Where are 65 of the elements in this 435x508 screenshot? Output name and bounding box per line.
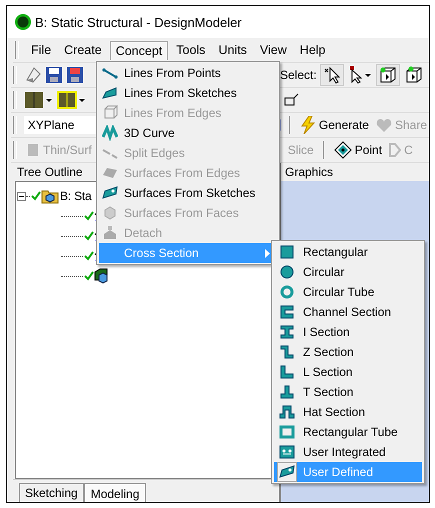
folder-icon <box>41 188 59 204</box>
layout-dropdown-icon[interactable] <box>57 91 87 109</box>
cut-icon <box>389 142 402 158</box>
menu-item[interactable]: Circular Tube <box>274 282 422 302</box>
menu-item[interactable]: Surfaces From Sketches <box>99 183 277 203</box>
menu-item-icon <box>102 125 118 141</box>
window-title: B: Static Structural - DesignModeler <box>35 14 242 30</box>
menu-item[interactable]: L Section <box>274 362 422 382</box>
box-select-icon[interactable] <box>376 64 400 86</box>
select-label: Select: <box>280 68 317 82</box>
menu-item[interactable]: File <box>26 41 56 59</box>
menu-item[interactable]: Lines From Points <box>99 63 277 83</box>
menu-item[interactable]: Units <box>213 41 252 59</box>
section-shape-icon <box>279 304 295 320</box>
section-shape-icon <box>279 424 295 440</box>
menu-item[interactable]: Rectangular <box>274 242 422 262</box>
point-button[interactable]: Point <box>332 140 384 160</box>
menu-item[interactable]: Create <box>59 41 107 59</box>
section-shape-icon <box>279 264 295 280</box>
layout-dropdown-icon[interactable] <box>24 91 54 109</box>
tree-outline-header: Tree Outline <box>16 164 83 181</box>
submenu-arrow-icon <box>265 248 271 258</box>
save-icon[interactable] <box>45 66 63 84</box>
menu-item-icon <box>102 205 118 221</box>
tree-item-label[interactable]: B: Sta <box>60 189 92 203</box>
check-icon <box>31 191 41 201</box>
section-shape-icon <box>279 324 295 340</box>
bottom-tab[interactable]: Sketching <box>19 483 84 502</box>
section-shape-icon <box>279 444 295 460</box>
menu-item[interactable]: Hat Section <box>274 402 422 422</box>
point-icon <box>334 141 352 159</box>
surface-icon <box>26 142 40 158</box>
rectangle-icon[interactable] <box>283 92 299 108</box>
section-shape-icon <box>279 244 295 260</box>
section-shape-icon <box>279 464 295 480</box>
select-pointer-icon[interactable] <box>320 64 344 86</box>
collapse-toggle[interactable] <box>17 192 26 200</box>
section-shape-icon <box>279 384 295 400</box>
section-shape-icon <box>279 404 295 420</box>
menu-item[interactable]: Circular <box>274 262 422 282</box>
menu-item[interactable]: Lines From Sketches <box>99 83 277 103</box>
generate-button[interactable]: Generate <box>298 115 371 135</box>
menu-item[interactable]: Help <box>294 41 331 59</box>
menu-item[interactable]: Rectangular Tube <box>274 422 422 442</box>
menu-item[interactable]: View <box>254 41 292 59</box>
menu-item-icon <box>102 85 118 101</box>
menu-item[interactable]: T Section <box>274 382 422 402</box>
heart-icon <box>376 117 392 133</box>
menu-item-icon <box>102 105 118 121</box>
menu-item[interactable]: Concept <box>110 40 168 60</box>
section-shape-icon <box>279 344 295 360</box>
save-as-icon[interactable] <box>66 66 84 84</box>
lightning-icon <box>300 116 316 134</box>
menu-item[interactable]: I Section <box>274 322 422 342</box>
menu-item[interactable]: Tools <box>171 41 210 59</box>
menu-item[interactable]: Z Section <box>274 342 422 362</box>
app-logo-icon <box>15 14 31 30</box>
bottom-tab[interactable]: Modeling <box>84 483 146 502</box>
menu-item[interactable]: Channel Section <box>274 302 422 322</box>
menu-item[interactable]: User Integrated <box>274 442 422 462</box>
new-document-icon[interactable] <box>24 66 42 84</box>
section-shape-icon <box>279 284 295 300</box>
section-shape-icon <box>279 364 295 380</box>
menu-item-icon <box>102 185 118 201</box>
menu-item-icon <box>102 225 118 241</box>
